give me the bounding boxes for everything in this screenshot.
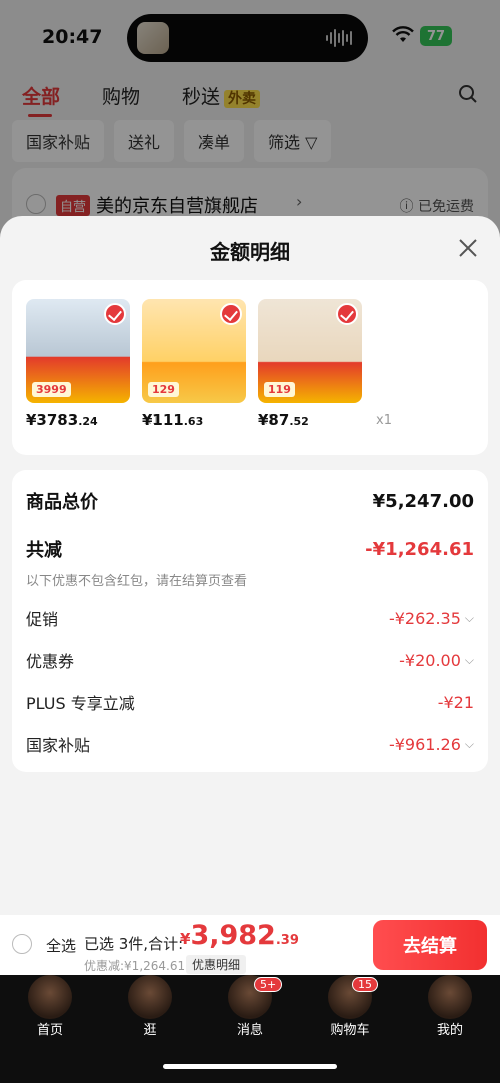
price-detail-card: 商品总价 ¥5,247.00 共减 -¥1,264.61 以下优惠不包含红包，请…: [12, 470, 488, 772]
select-all-radio[interactable]: [12, 934, 32, 954]
check-icon: [336, 303, 358, 325]
promotion-row[interactable]: 促销 -¥262.35 ⌵: [26, 606, 474, 630]
plus-discount-value: -¥21: [437, 692, 474, 712]
amount-detail-sheet: 金额明细 3999 ¥3783.24 x1 129 ¥111.63 x1 119: [0, 216, 500, 916]
tab-cart[interactable]: 15 购物车: [300, 975, 400, 1045]
product-price: ¥111.63: [142, 411, 204, 429]
messages-badge: 5+: [254, 977, 283, 992]
tab-messages[interactable]: 5+ 消息: [200, 975, 300, 1045]
reduction-row: 共减 -¥1,264.61: [26, 536, 474, 562]
total-amount: ¥3,982.39: [180, 920, 299, 951]
national-subsidy-row[interactable]: 国家补贴 -¥961.26 ⌵: [26, 732, 474, 756]
product-price: ¥3783.24: [26, 411, 98, 429]
reduction-value: -¥1,264.61: [365, 538, 474, 560]
coupon-row[interactable]: 优惠券 -¥20.00 ⌵: [26, 648, 474, 672]
product-item[interactable]: 3999 ¥3783.24 x1: [26, 299, 160, 429]
promotion-label: 促销: [26, 610, 59, 629]
selected-count: 已选 3件,合计:: [84, 935, 184, 953]
image-price-label: 129: [148, 382, 179, 397]
select-all-label[interactable]: 全选: [46, 935, 76, 956]
check-icon: [104, 303, 126, 325]
home-indicator: [163, 1064, 337, 1069]
chevron-down-icon: ⌵: [464, 610, 474, 625]
total-price-label: 商品总价: [26, 492, 98, 513]
reduction-note: 以下优惠不包含红包，请在结算页查看: [26, 574, 248, 589]
product-image: 3999: [26, 299, 130, 403]
cart-badge: 15: [352, 977, 378, 992]
sheet-title: 金额明细: [210, 240, 290, 264]
image-price-label: 3999: [32, 382, 71, 397]
product-item[interactable]: 129 ¥111.63 x1: [142, 299, 276, 429]
reduction-label: 共减: [26, 540, 62, 561]
total-price-row: 商品总价 ¥5,247.00: [26, 488, 474, 514]
chevron-down-icon: ⌵: [464, 652, 474, 667]
checkout-bar: 全选 已选 3件,合计: ¥3,982.39 优惠减:¥1,264.61 优惠明…: [0, 915, 500, 975]
tab-home[interactable]: 首页: [0, 975, 100, 1045]
close-icon[interactable]: [458, 238, 478, 258]
plus-discount-row: PLUS 专享立减 -¥21: [26, 690, 474, 714]
coupon-value: -¥20.00: [399, 650, 461, 670]
tab-profile[interactable]: 我的: [400, 975, 500, 1045]
product-image: 119: [258, 299, 362, 403]
profile-icon: [428, 975, 472, 1019]
tab-explore[interactable]: 逛: [100, 975, 200, 1045]
national-subsidy-label: 国家补贴: [26, 736, 91, 755]
check-icon: [220, 303, 242, 325]
national-subsidy-value: -¥961.26: [388, 734, 461, 754]
plus-discount-label: PLUS 专享立减: [26, 694, 135, 713]
discount-amount: 优惠减:¥1,264.61: [84, 959, 186, 973]
product-image: 129: [142, 299, 246, 403]
home-icon: [28, 975, 72, 1019]
chevron-down-icon: ⌵: [464, 736, 474, 751]
total-price-value: ¥5,247.00: [372, 490, 474, 512]
checkout-button[interactable]: 去结算: [373, 920, 487, 970]
product-price: ¥87.52: [258, 411, 309, 429]
products-card: 3999 ¥3783.24 x1 129 ¥111.63 x1 119 ¥87.…: [12, 280, 488, 455]
product-item[interactable]: 119 ¥87.52 x1: [258, 299, 392, 429]
discount-detail-link[interactable]: 优惠明细: [186, 955, 247, 974]
promotion-value: -¥262.35: [388, 608, 461, 628]
explore-icon: [128, 975, 172, 1019]
image-price-label: 119: [264, 382, 295, 397]
coupon-label: 优惠券: [26, 652, 75, 671]
product-quantity: x1: [376, 413, 392, 428]
